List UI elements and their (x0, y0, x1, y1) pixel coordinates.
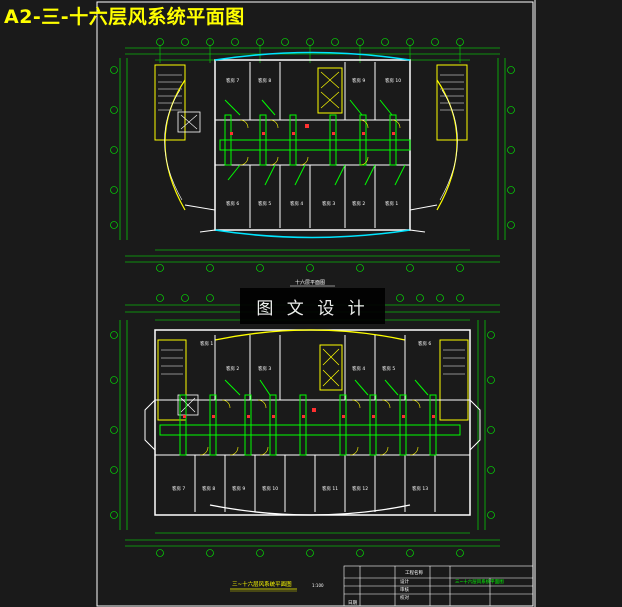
room-label: 客房 8 (202, 485, 215, 492)
room-label: 客房 13 (412, 485, 428, 492)
room-label: 客房 6 (418, 340, 431, 347)
room-label: 客房 9 (352, 77, 365, 84)
room-label: 客房 2 (352, 200, 365, 207)
title-block-drawing-name: 三~十六层风系统平面图 (455, 578, 504, 585)
room-label: 客房 11 (322, 485, 338, 492)
plan-caption-lower: 三~十六层风系统平面图 (232, 580, 292, 588)
room-label: 客房 3 (322, 200, 335, 207)
room-label: 客房 1 (385, 200, 398, 207)
room-label: 客房 3 (258, 365, 271, 372)
room-label: 客房 9 (232, 485, 245, 492)
upper-floor-plan: 客房 7 客房 8 客房 9 客房 10 客房 6 客房 5 客房 4 客房 3… (110, 38, 515, 287)
lower-floor-plan: 客房 1 客房 2 客房 3 客房 4 客房 5 客房 6 客房 7 客房 8 … (110, 294, 500, 557)
supply-duct-upper (219, 99, 411, 186)
room-label: 客房 12 (352, 485, 368, 492)
room-label: 客房 7 (226, 77, 239, 84)
plan-caption-lower-group: 三~十六层风系统平面图 1:100 (230, 580, 324, 592)
title-block-row: 设计 (400, 578, 409, 585)
title-block (343, 565, 534, 607)
room-label: 客房 1 (200, 340, 213, 347)
scale-text: 1:100 (312, 583, 324, 588)
title-block-row: 校对 (400, 594, 409, 601)
room-label: 客房 4 (290, 200, 303, 207)
title-block-row: 审核 (400, 586, 409, 593)
room-label: 客房 6 (226, 200, 239, 207)
room-label: 客房 10 (262, 485, 278, 492)
room-label: 客房 5 (382, 365, 395, 372)
axis-bubbles-upper (110, 38, 515, 272)
room-label: 客房 7 (172, 485, 185, 492)
room-label: 客房 8 (258, 77, 271, 84)
watermark: 图 文 设 计 (240, 288, 385, 324)
plan-caption-upper: 十六层平面图 (295, 279, 325, 286)
sheet-title: A2-三-十六层风系统平面图 (4, 6, 245, 28)
room-label: 客房 10 (385, 77, 401, 84)
title-block-project: 工程名称 (405, 569, 423, 576)
room-label: 客房 5 (258, 200, 271, 207)
supply-duct-lower (159, 379, 461, 456)
room-label: 客房 4 (352, 365, 365, 372)
room-label: 客房 2 (226, 365, 239, 372)
title-block-row: 日期 (348, 600, 357, 606)
